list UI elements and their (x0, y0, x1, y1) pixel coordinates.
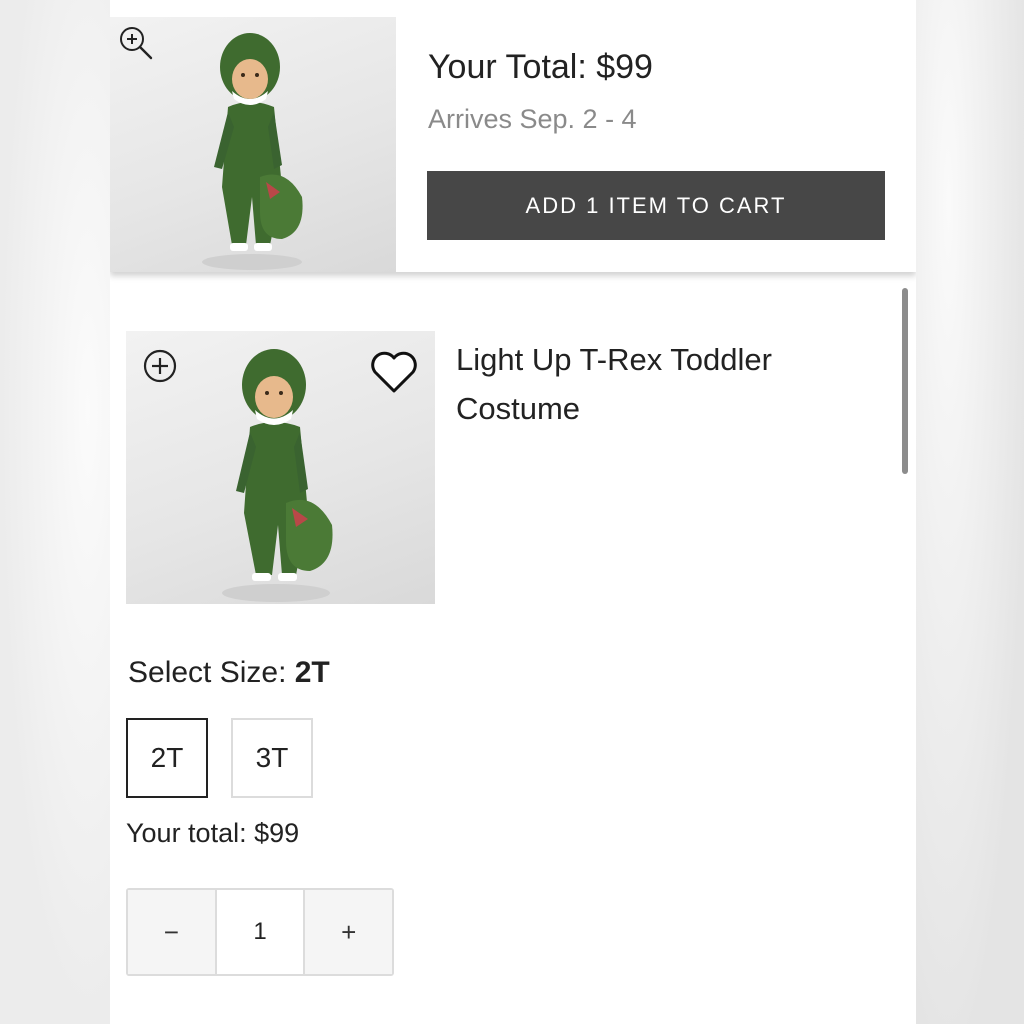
decrement-button[interactable]: − (128, 890, 215, 974)
quantity-value[interactable]: 1 (214, 890, 306, 974)
scrollbar[interactable] (902, 288, 908, 474)
background-right (916, 0, 1024, 1024)
selected-size-value: 2T (294, 656, 330, 689)
wishlist-button[interactable] (364, 346, 424, 398)
increment-button[interactable]: + (305, 890, 393, 974)
product-page: Your Total: $99 Arrives Sep. 2 - 4 ADD 1… (110, 0, 916, 1024)
size-option-3t[interactable]: 3T (231, 718, 313, 798)
zoom-button[interactable] (110, 17, 162, 69)
sticky-summary-bar: Your Total: $99 Arrives Sep. 2 - 4 ADD 1… (110, 0, 916, 272)
arrival-estimate: Arrives Sep. 2 - 4 (428, 104, 637, 134)
background-left (0, 0, 110, 1024)
add-to-cart-button[interactable]: ADD 1 ITEM TO CART (427, 171, 885, 240)
summary-total: Your Total: $99 (428, 48, 653, 86)
quantity-stepper: − 1 + (126, 888, 394, 976)
add-button[interactable] (140, 346, 180, 386)
product-title: Light Up T-Rex Toddler Costume (456, 342, 772, 426)
plus-circle-icon (143, 349, 177, 383)
size-option-2t[interactable]: 2T (126, 718, 208, 798)
size-label: Select Size: 2T (128, 656, 330, 690)
zoom-in-icon (120, 27, 153, 60)
size-label-text: Select Size: (128, 656, 295, 689)
product-total: Your total: $99 (126, 818, 300, 848)
heart-icon (371, 351, 417, 393)
